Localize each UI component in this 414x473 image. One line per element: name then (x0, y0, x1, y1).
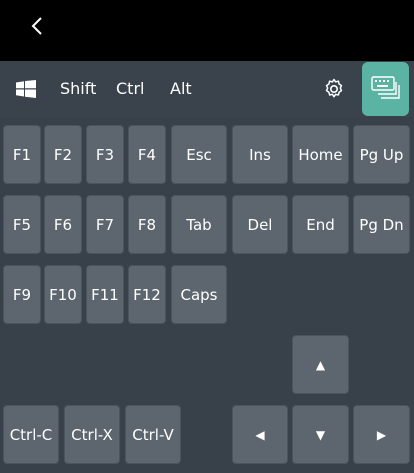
key-f9[interactable]: F9 (3, 265, 41, 324)
key-arrow-left[interactable]: ◀ (232, 405, 288, 464)
key-f8[interactable]: F8 (128, 195, 166, 254)
key-ctrl-x[interactable]: Ctrl-X (64, 405, 120, 464)
key-f3[interactable]: F3 (86, 125, 124, 184)
key-pg-up[interactable]: Pg Up (353, 125, 410, 184)
gear-icon[interactable] (322, 77, 346, 101)
keyboard-icon (371, 76, 400, 99)
key-f7[interactable]: F7 (86, 195, 124, 254)
key-f6[interactable]: F6 (44, 195, 82, 254)
key-f10[interactable]: F10 (44, 265, 82, 324)
top-bar (0, 0, 414, 61)
key-ctrl-c[interactable]: Ctrl-C (3, 405, 59, 464)
keyboard-toggle-button[interactable] (362, 62, 409, 116)
key-f12[interactable]: F12 (128, 265, 166, 324)
key-end[interactable]: End (292, 195, 349, 254)
key-pg-dn[interactable]: Pg Dn (353, 195, 410, 254)
key-arrow-up[interactable]: ▲ (292, 335, 349, 394)
key-f1[interactable]: F1 (3, 125, 41, 184)
key-ins[interactable]: Ins (232, 125, 288, 184)
key-f2[interactable]: F2 (44, 125, 82, 184)
key-ctrl-v[interactable]: Ctrl-V (125, 405, 181, 464)
key-f5[interactable]: F5 (3, 195, 41, 254)
alt-toggle[interactable]: Alt (170, 79, 192, 99)
ctrl-toggle[interactable]: Ctrl (116, 79, 144, 99)
windows-icon[interactable] (16, 80, 36, 98)
key-tab[interactable]: Tab (171, 195, 227, 254)
key-home[interactable]: Home (292, 125, 349, 184)
key-del[interactable]: Del (232, 195, 288, 254)
back-chevron-icon[interactable] (28, 14, 46, 38)
key-f4[interactable]: F4 (128, 125, 166, 184)
key-arrow-right[interactable]: ▶ (353, 405, 410, 464)
key-esc[interactable]: Esc (171, 125, 227, 184)
shift-toggle[interactable]: Shift (60, 79, 96, 99)
key-caps[interactable]: Caps (171, 265, 227, 324)
key-arrow-down[interactable]: ▼ (292, 405, 349, 464)
key-f11[interactable]: F11 (86, 265, 124, 324)
